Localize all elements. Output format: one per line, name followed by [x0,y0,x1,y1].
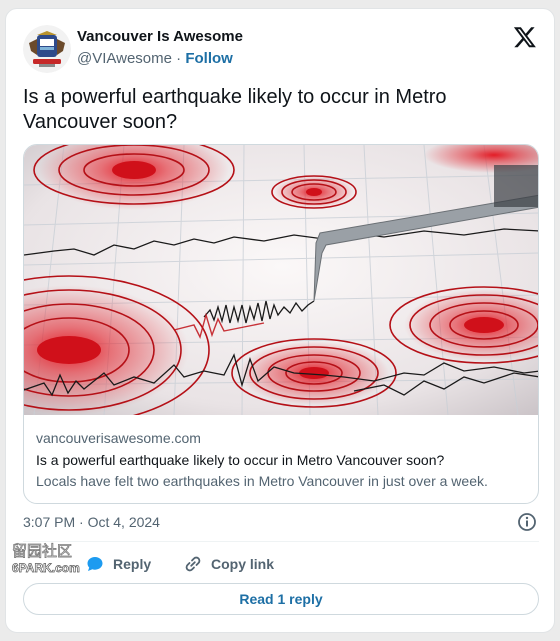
author-name[interactable]: Vancouver Is Awesome [77,28,243,45]
reply-label: Reply [113,556,152,572]
tweet-timestamp[interactable]: 3:07 PM · Oct 4, 2024 [23,514,160,530]
author-handle[interactable]: @VIAwesome [77,50,172,67]
author-handle-row: @VIAwesome · Follow [77,50,233,67]
x-logo-icon[interactable] [513,25,537,49]
copy-link-label: Copy link [211,556,275,572]
author-avatar[interactable] [23,25,71,73]
separator-dot: · [176,50,182,67]
watermark: 留园社区 6PARK.com [12,542,80,576]
copy-link-button[interactable]: Copy link [183,552,274,576]
watermark-chinese: 留园社区 [12,542,72,560]
tweet-text: Is a powerful earthquake likely to occur… [23,86,447,133]
follow-link[interactable]: Follow [185,50,233,67]
info-icon[interactable] [517,512,537,532]
link-preview-card[interactable]: vancouverisawesome.com Is a powerful ear… [23,144,539,504]
read-replies-button[interactable]: Read 1 reply [23,583,539,615]
link-title: Is a powerful earthquake likely to occur… [36,452,445,468]
watermark-site: 6PARK.com [12,561,80,575]
link-icon [185,556,201,572]
link-domain: vancouverisawesome.com [36,430,201,446]
earthquake-seismograph-image [24,145,538,415]
link-description: Locals have felt two earthquakes in Metr… [36,473,488,489]
